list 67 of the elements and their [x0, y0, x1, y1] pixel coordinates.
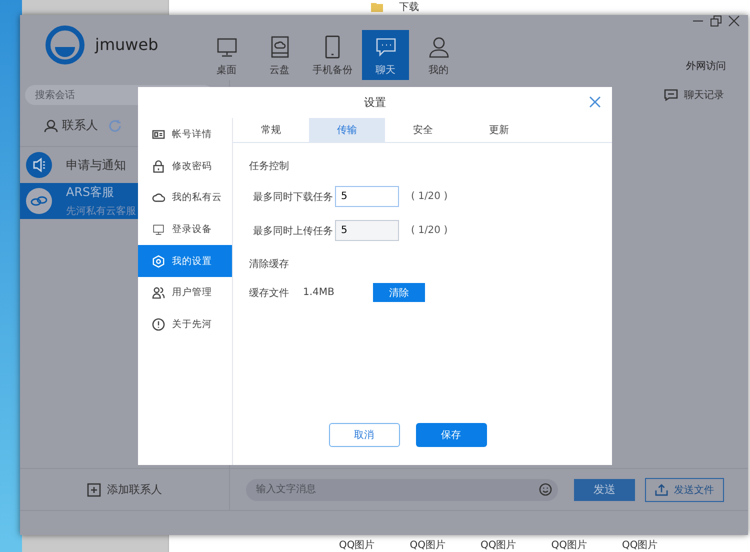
person-icon	[426, 35, 450, 59]
save-button[interactable]: 保存	[416, 423, 486, 447]
file-name: QQ图片	[339, 538, 375, 552]
dialog-title: 设置	[364, 95, 386, 110]
chat-icon	[664, 89, 678, 101]
settings-tab[interactable]: 安全	[385, 118, 461, 142]
external-access-link[interactable]: 外网访问	[686, 59, 726, 73]
file-name: QQ图片	[480, 538, 516, 552]
file-name: 下载	[399, 0, 419, 14]
send-file-button[interactable]: 发送文件	[645, 478, 724, 502]
settings-menu-item[interactable]: 我的私有云	[138, 182, 232, 214]
field-label: 缓存文件	[249, 286, 289, 300]
file-name: QQ图片	[410, 538, 446, 552]
file-name: QQ图片	[551, 538, 587, 552]
range-hint: ( 1/20 )	[411, 225, 448, 236]
folder-icon	[371, 2, 383, 12]
number-field[interactable]: 5	[335, 186, 399, 207]
field-label: 最多同时下载任务	[253, 190, 333, 204]
message-input[interactable]: 输入文字消息	[246, 478, 558, 500]
settings-tab[interactable]: 传输	[309, 118, 385, 142]
restore-icon[interactable]	[710, 15, 722, 27]
plus-icon	[87, 482, 101, 496]
settings-menu-item[interactable]: 关于先河	[138, 308, 232, 340]
number-field[interactable]: 5	[335, 220, 399, 241]
conversation-title: ARS客服	[66, 184, 116, 201]
username: jmuweb	[95, 35, 160, 56]
add-contact-button[interactable]: 添加联系人	[20, 468, 229, 510]
send-button[interactable]: 发送	[574, 478, 635, 500]
clear-button[interactable]: 清除	[373, 283, 425, 302]
link-icon	[26, 188, 52, 214]
conversation-subtitle: 先河私有云客服	[66, 204, 136, 218]
cloud-icon	[152, 191, 165, 204]
settings-tab[interactable]: 更新	[461, 118, 537, 142]
close-icon[interactable]	[588, 95, 602, 109]
settings-menu-item[interactable]: 修改密码	[138, 150, 232, 182]
id-card-icon	[152, 128, 165, 142]
section-heading: 清除缓存	[249, 258, 290, 271]
settings-icon	[152, 254, 165, 268]
person-icon	[44, 118, 58, 132]
close-icon[interactable]	[728, 15, 740, 27]
emoji-icon[interactable]	[539, 483, 552, 496]
info-icon	[152, 318, 165, 331]
cancel-button[interactable]: 取消	[328, 423, 400, 447]
contacts-tab[interactable]: 联系人	[62, 117, 98, 134]
field-label: 最多同时上传任务	[253, 224, 333, 238]
settings-tab[interactable]: 常规	[233, 118, 309, 142]
section-heading: 任务控制	[249, 160, 290, 173]
nav-tab[interactable]: 桌面	[203, 30, 250, 80]
logo-icon	[45, 25, 85, 65]
settings-menu-item[interactable]: 用户管理	[138, 276, 232, 309]
file-name: QQ图片	[622, 538, 658, 552]
settings-menu-item[interactable]: 帐号详情	[138, 119, 232, 151]
settings-menu-item[interactable]: 我的设置	[138, 245, 232, 277]
conversation-title: 申请与通知	[66, 156, 126, 174]
nav-tab[interactable]: 手机备份	[309, 30, 356, 80]
chat-history-link[interactable]: 聊天记录	[684, 88, 724, 102]
range-hint: ( 1/20 )	[411, 191, 448, 202]
phone-icon	[325, 35, 340, 59]
nav-tab[interactable]: 聊天	[362, 30, 409, 80]
cache-size: 1.4MB	[303, 287, 336, 298]
upload-icon	[655, 483, 668, 496]
speaker-icon	[26, 152, 52, 178]
users-icon	[152, 286, 165, 300]
nav-tab[interactable]: 云盘	[256, 30, 303, 80]
nav-tab[interactable]: 我的	[415, 30, 462, 80]
monitor-icon	[152, 223, 165, 236]
lock-icon	[152, 160, 165, 173]
